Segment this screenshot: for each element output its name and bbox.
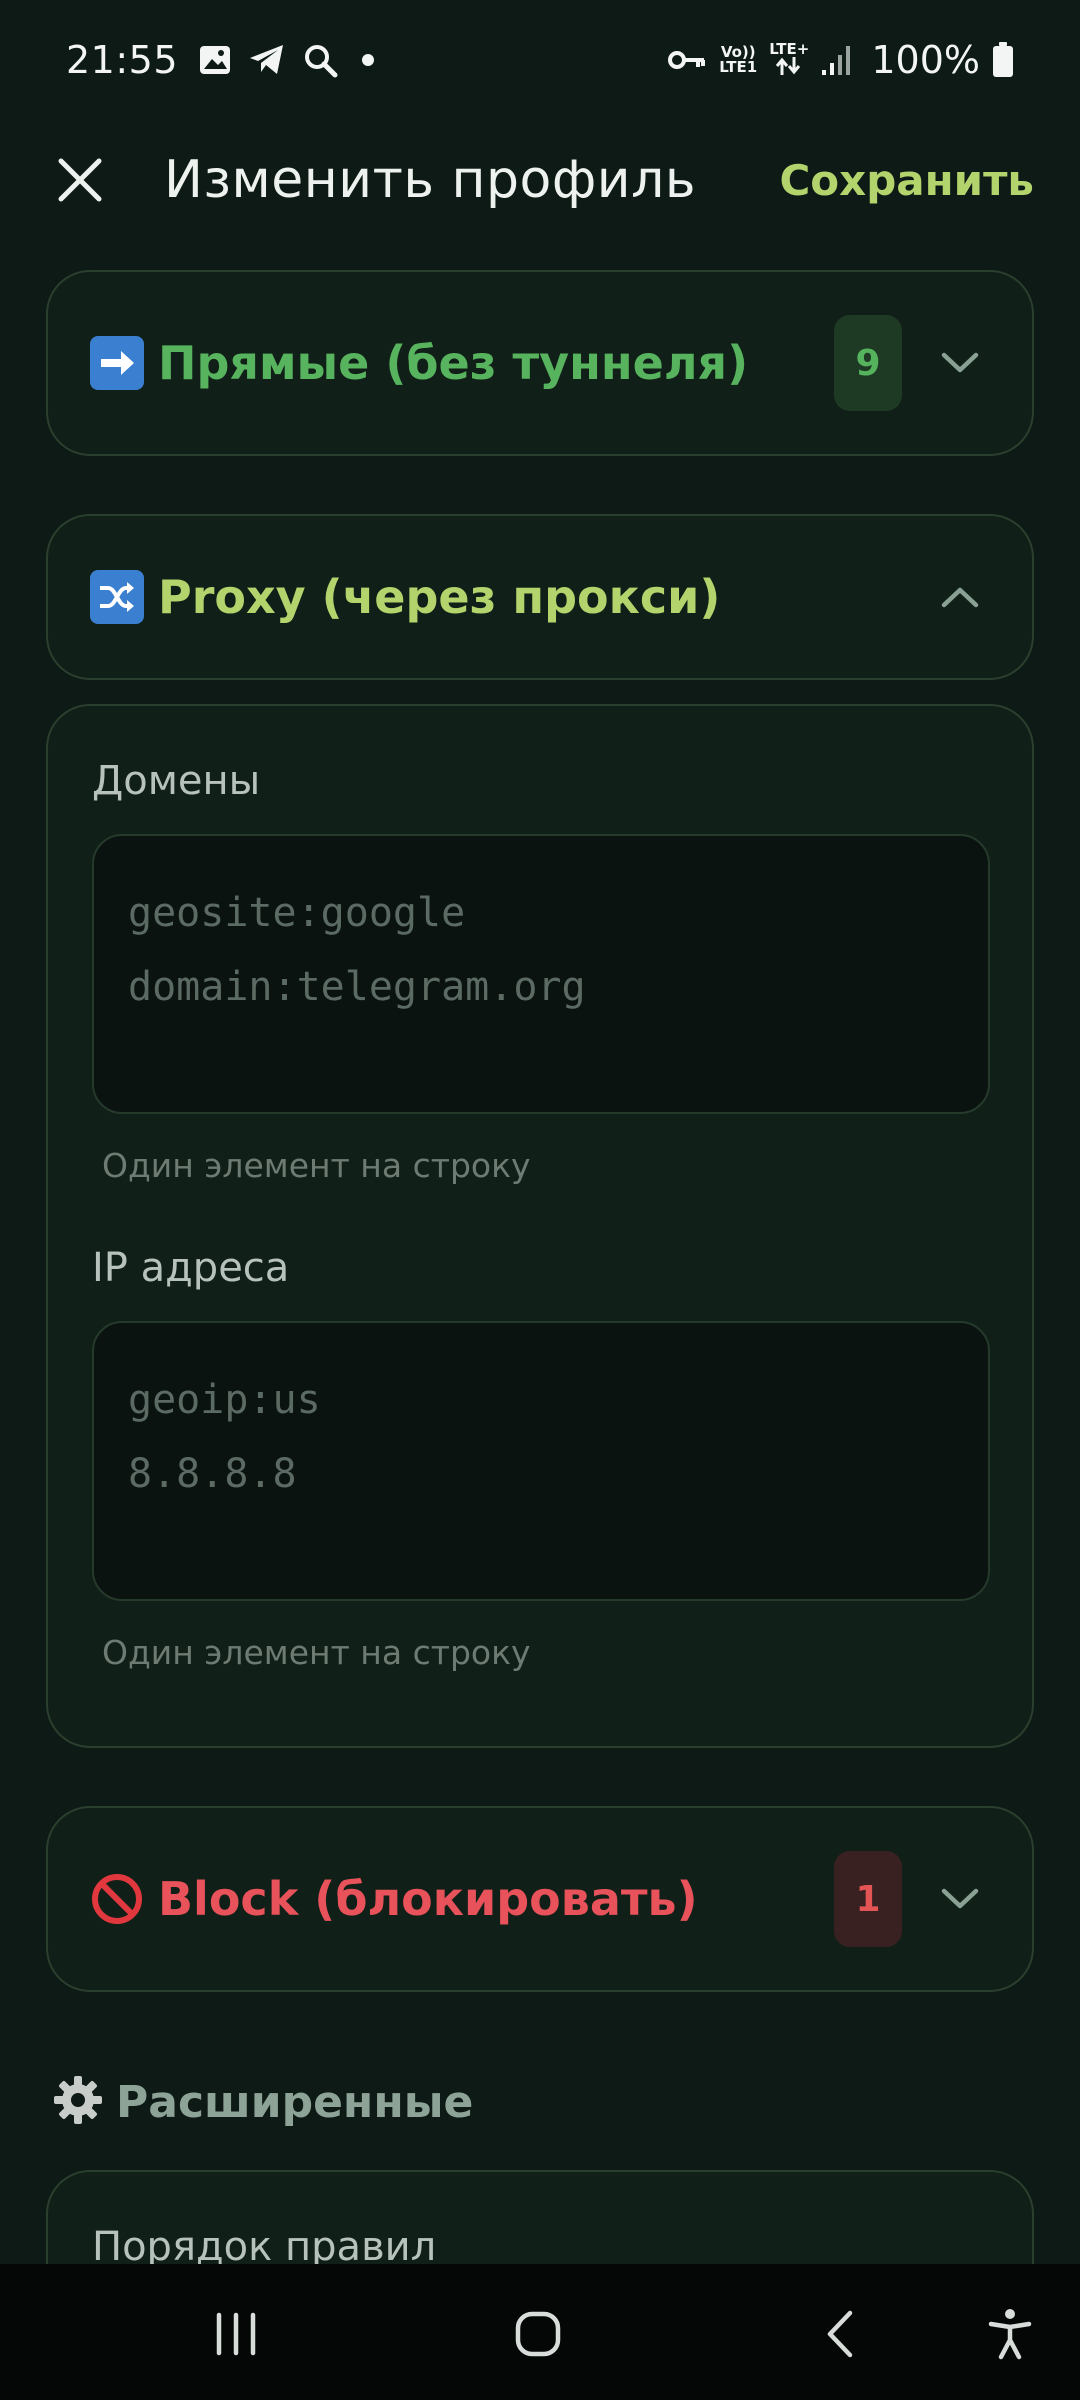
back-icon: [827, 2310, 853, 2358]
accessibility-button[interactable]: [978, 2302, 1042, 2366]
gallery-icon: [198, 43, 232, 77]
save-button[interactable]: Сохранить: [779, 156, 1034, 205]
domains-helper: Один элемент на строку: [102, 1146, 531, 1185]
section-proxy-title: Proxy (через прокси): [158, 570, 721, 624]
domains-label: Домены: [92, 758, 261, 804]
battery-icon: [992, 42, 1014, 78]
block-count-badge: 1: [834, 1851, 902, 1947]
direct-count-badge: 9: [834, 315, 902, 411]
section-direct-title: Прямые (без туннеля): [158, 336, 749, 390]
home-button[interactable]: [506, 2302, 570, 2366]
section-proxy[interactable]: Proxy (через прокси): [46, 514, 1034, 680]
app-header: Изменить профиль Сохранить: [0, 120, 1080, 240]
search-icon: [302, 42, 338, 78]
section-block[interactable]: Block (блокировать) 1: [46, 1806, 1034, 1992]
accessibility-icon: [988, 2309, 1032, 2360]
status-time: 21:55: [66, 38, 179, 82]
proxy-panel: Домены geosite:google domain:telegram.or…: [46, 704, 1034, 1748]
prohibited-icon: [90, 1872, 144, 1926]
shuffle-icon: [90, 570, 144, 624]
battery-percent: 100%: [871, 38, 980, 82]
recents-icon: [216, 2312, 256, 2356]
dot-icon: [354, 46, 382, 74]
chevron-down-icon[interactable]: [930, 333, 990, 393]
lte-label: LTE+: [769, 40, 810, 58]
chevron-up-icon[interactable]: [930, 567, 990, 627]
back-button[interactable]: [808, 2302, 872, 2366]
lte-data-icon: LTE+: [769, 42, 809, 78]
section-direct[interactable]: Прямые (без туннеля) 9: [46, 270, 1034, 456]
chevron-down-icon[interactable]: [930, 1869, 990, 1929]
ip-helper: Один элемент на строку: [102, 1633, 531, 1672]
vpn-key-icon: [667, 46, 707, 74]
telegram-icon: [248, 43, 286, 77]
advanced-card: Порядок правил: [46, 2170, 1034, 2264]
arrow-right-icon: [90, 336, 144, 390]
home-icon: [515, 2311, 561, 2357]
status-bar: 21:55 Vo)) LTE1 LTE+ 100%: [0, 0, 1080, 120]
gear-icon: [52, 2074, 104, 2130]
volte-icon: Vo)) LTE1: [719, 45, 757, 75]
advanced-heading: Расширенные: [52, 2074, 1034, 2130]
content: Прямые (без туннеля) 9 Proxy (через прок…: [46, 270, 1034, 2264]
page-title: Изменить профиль: [164, 150, 696, 210]
rule-order-label: Порядок правил: [92, 2224, 437, 2264]
recents-button[interactable]: [204, 2302, 268, 2366]
section-block-title: Block (блокировать): [158, 1872, 698, 1926]
close-button[interactable]: [52, 152, 108, 208]
advanced-title: Расширенные: [116, 2076, 474, 2128]
ip-label: IP адреса: [92, 1245, 290, 1291]
signal-icon: [821, 44, 851, 76]
navigation-bar: [0, 2264, 1080, 2400]
ip-input[interactable]: geoip:us 8.8.8.8: [92, 1321, 990, 1601]
domains-input[interactable]: geosite:google domain:telegram.org: [92, 834, 990, 1114]
volte-bottom: LTE1: [719, 58, 758, 76]
close-icon: [58, 158, 102, 202]
